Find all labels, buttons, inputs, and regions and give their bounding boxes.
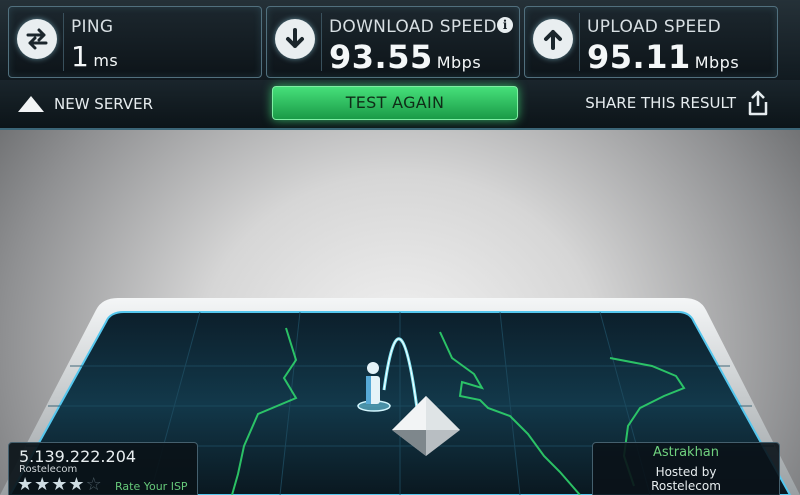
divider <box>63 13 64 71</box>
download-value: 93.55 <box>329 38 433 76</box>
download-panel: DOWNLOAD SPEED i 93.55 Mbps <box>266 6 520 78</box>
share-label: SHARE THIS RESULT <box>585 94 736 112</box>
upload-value: 95.11 <box>587 38 691 76</box>
share-icon <box>748 90 768 116</box>
test-again-button[interactable]: TEST AGAIN <box>272 86 518 120</box>
ping-title: PING <box>71 17 114 37</box>
download-unit: Mbps <box>436 53 482 72</box>
upload-value-row: 95.11 Mbps <box>587 39 739 81</box>
star-icon[interactable]: ★ <box>17 476 33 494</box>
new-server-button[interactable]: NEW SERVER <box>18 92 153 116</box>
server-city: Astrakhan <box>652 445 720 460</box>
share-result-button[interactable]: SHARE THIS RESULT <box>585 90 770 116</box>
info-icon[interactable]: i <box>497 17 513 33</box>
hosted-by-label: Hosted by <box>655 465 717 479</box>
action-bar: NEW SERVER TEST AGAIN SHARE THIS RESULT <box>0 80 800 130</box>
star-icon[interactable]: ★ <box>51 476 67 494</box>
upload-arrow-icon <box>533 19 573 59</box>
ping-value-row: 1 ms <box>71 39 118 79</box>
download-arrow-icon <box>275 19 315 59</box>
ping-icon <box>17 19 57 59</box>
ping-panel: PING 1 ms <box>8 6 262 78</box>
upload-title: UPLOAD SPEED <box>587 17 721 37</box>
server-info-box: Astrakhan Hosted by Rostelecom <box>592 442 780 495</box>
divider <box>579 13 580 71</box>
divider <box>321 13 322 71</box>
triangle-icon <box>18 96 44 112</box>
star-outline-icon[interactable]: ☆ <box>86 476 102 494</box>
download-value-row: 93.55 Mbps <box>329 39 481 81</box>
ping-unit: ms <box>93 51 119 70</box>
download-title: DOWNLOAD SPEED <box>329 17 497 37</box>
upload-panel: UPLOAD SPEED 95.11 Mbps <box>524 6 778 78</box>
isp-rating-stars[interactable]: ★ ★ ★ ★ ☆ <box>17 476 103 494</box>
client-info-box: 5.139.222.204 Rostelecom ★ ★ ★ ★ ☆ Rate … <box>8 442 198 495</box>
rate-isp-link[interactable]: Rate Your ISP <box>115 480 188 493</box>
upload-unit: Mbps <box>694 53 740 72</box>
server-isp: Rostelecom <box>651 479 721 493</box>
star-icon[interactable]: ★ <box>68 476 84 494</box>
speedtest-app: PING 1 ms DOWNLOAD SPEED i 93.55 Mbps UPLO… <box>0 0 800 495</box>
results-header: PING 1 ms DOWNLOAD SPEED i 93.55 Mbps UPLO… <box>0 0 800 81</box>
star-icon[interactable]: ★ <box>34 476 50 494</box>
ping-value: 1 <box>71 40 90 73</box>
new-server-label: NEW SERVER <box>54 95 154 113</box>
